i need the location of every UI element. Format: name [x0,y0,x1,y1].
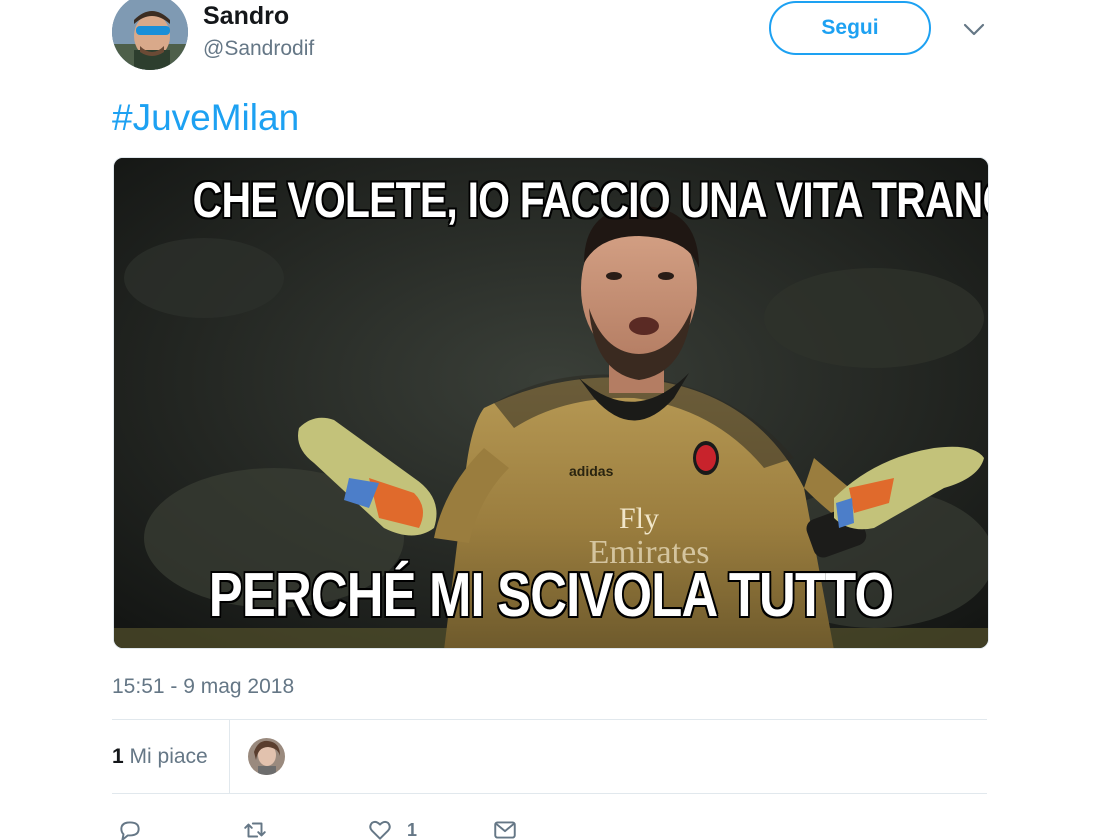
author-handle[interactable]: @Sandrodif [203,36,314,62]
tweet-timestamp[interactable]: 15:51 - 9 mag 2018 [112,674,294,700]
reply-icon [117,817,143,840]
meme-top-caption: CHE VOLETE, IO FACCIO UNA VITA TRANQUILL… [192,172,988,228]
tweet-hashtag-link[interactable]: #JuveMilan [112,95,299,141]
chevron-down-icon[interactable] [962,18,986,42]
tweet-media-image[interactable]: adidas Fly Emirates CHE VOLETE, IO FACCI… [113,157,989,649]
stats-separator [229,720,230,793]
avatar-image [112,0,188,70]
likes-count: 1 [112,745,124,768]
jersey-brand-text: adidas [569,463,614,479]
liker-avatar[interactable] [248,738,285,775]
direct-message-button[interactable] [492,818,518,840]
tweet-page: Sandro @Sandrodif Segui #JuveMilan adida… [0,0,1120,840]
author-avatar[interactable] [112,0,188,70]
follow-button[interactable]: Segui [769,1,931,55]
reply-button[interactable] [117,818,143,840]
like-button[interactable]: 1 [367,818,417,840]
retweet-icon [242,817,268,840]
author-display-name[interactable]: Sandro [203,0,289,32]
likes-label: Mi piace [129,745,208,768]
stats-bottom-divider [112,793,987,794]
heart-icon [367,817,393,840]
meme-bottom-caption: PERCHÉ MI SCIVOLA TUTTO [208,561,894,630]
envelope-icon [492,817,518,840]
retweet-button[interactable] [242,818,268,840]
likes-stat-link[interactable]: 1 Mi piace [112,744,208,770]
like-action-count: 1 [407,819,418,840]
jersey-sponsor-line-1: Fly [619,502,659,535]
stats-top-divider [112,719,987,720]
